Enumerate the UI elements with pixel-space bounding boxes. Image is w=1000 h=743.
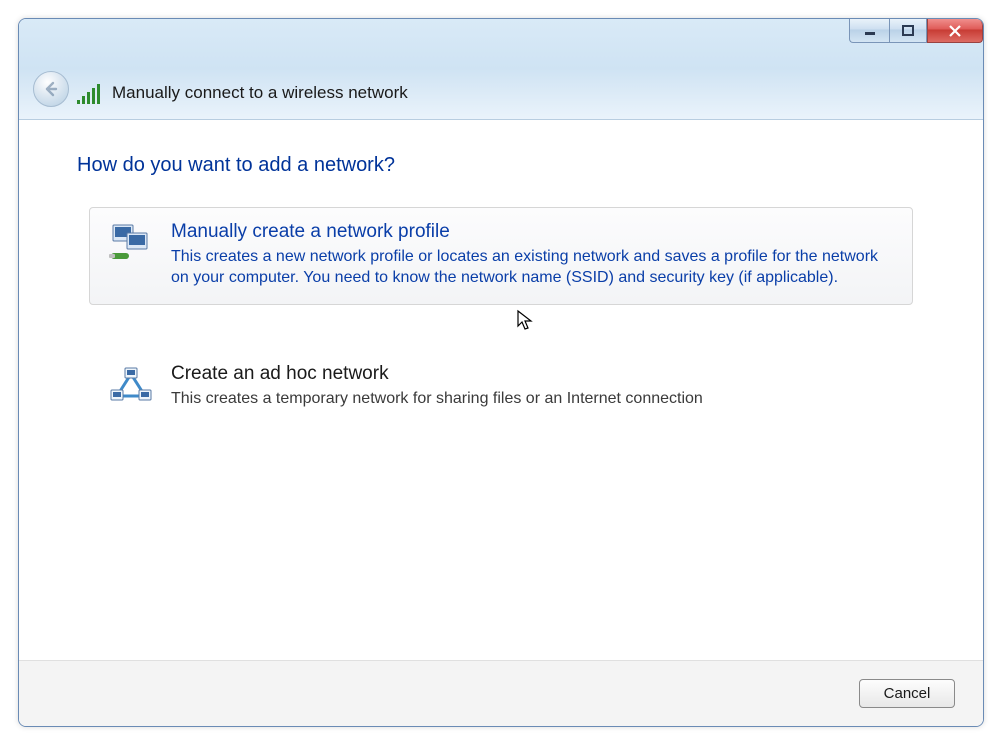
mouse-cursor-icon xyxy=(516,309,534,331)
titlebar-controls xyxy=(849,19,983,43)
option-description: This creates a temporary network for sha… xyxy=(171,388,893,410)
option-adhoc-network[interactable]: Create an ad hoc network This creates a … xyxy=(89,349,913,425)
wifi-signal-icon xyxy=(77,84,100,104)
minimize-icon xyxy=(864,25,876,37)
wizard-footer: Cancel xyxy=(19,660,983,726)
wizard-title: Manually connect to a wireless network xyxy=(112,83,408,103)
option-title: Create an ad hoc network xyxy=(171,363,893,386)
option-manual-profile[interactable]: Manually create a network profile This c… xyxy=(89,207,913,305)
close-icon xyxy=(948,24,962,38)
wizard-content: How do you want to add a network? Manual… xyxy=(19,120,983,661)
option-title: Manually create a network profile xyxy=(171,221,893,244)
back-arrow-icon xyxy=(42,80,60,98)
maximize-icon xyxy=(902,25,914,37)
network-profile-icon xyxy=(109,221,153,265)
cancel-button[interactable]: Cancel xyxy=(859,679,955,708)
maximize-button[interactable] xyxy=(889,19,927,43)
option-description: This creates a new network profile or lo… xyxy=(171,246,893,289)
adhoc-network-icon xyxy=(109,363,153,407)
close-button[interactable] xyxy=(927,19,983,43)
page-heading: How do you want to add a network? xyxy=(77,154,925,177)
window-header: Manually connect to a wireless network xyxy=(19,19,983,120)
wizard-window: Manually connect to a wireless network H… xyxy=(18,18,984,727)
back-button[interactable] xyxy=(33,71,69,107)
minimize-button[interactable] xyxy=(849,19,889,43)
